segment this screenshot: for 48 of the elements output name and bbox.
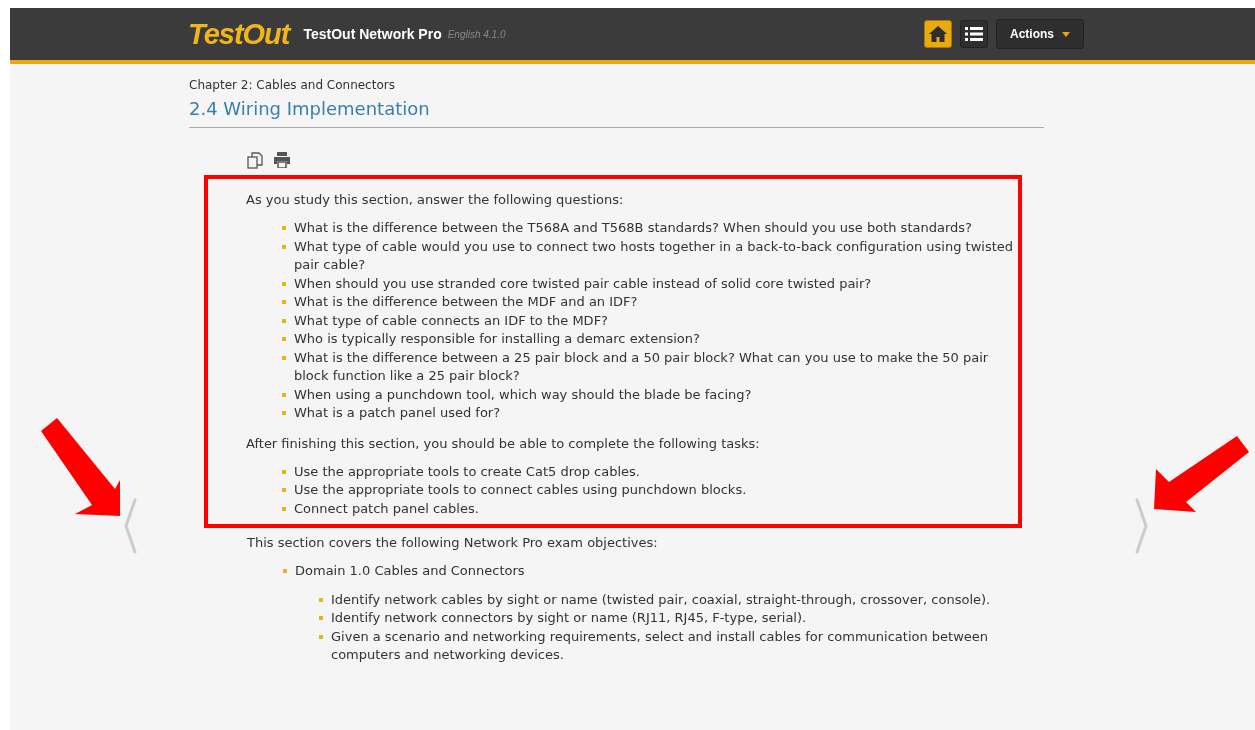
list-item: What is a patch panel used for? [294, 404, 501, 422]
list-item: Use the appropriate tools to create Cat5 drop cables. [294, 462, 640, 481]
caret-icon [1062, 31, 1070, 37]
list-item: Identify network connectors by sight or name (RJ11, RJ45, F-type, serial). [331, 609, 807, 627]
bullet-icon [282, 411, 286, 415]
bullet-icon [282, 488, 286, 492]
bullet-icon [282, 337, 286, 341]
bullet-icon [282, 281, 286, 286]
bullet-icon [282, 355, 286, 360]
actions-button[interactable]: Actions [996, 19, 1084, 49]
list-item: Identify network cables by sight or name (twisted pair, coaxial, straight-through, crossover, console). [331, 590, 991, 609]
home-button[interactable] [924, 20, 952, 48]
intro-text: As you study this section, answer the following questions: [246, 191, 625, 209]
list-item: What is the difference between the T568A and T568B standards? When should you use both standards? [294, 219, 972, 237]
intro-text: After finishing this section, you should be able to complete the following tasks: [246, 434, 761, 453]
bullet-icon [282, 226, 286, 230]
list-item: What is the difference between the MDF and an IDF? [294, 293, 638, 311]
version-label: English 4.1.0 [447, 28, 506, 40]
list-item: What type of cable would you use to connect two hosts together in a back-to-back configuration using twisted pair cable? [294, 237, 1014, 274]
list-item: Use the appropriate tools to connect cables using punchdown blocks. [294, 481, 747, 499]
bullet-icon [282, 469, 286, 474]
copy-icon[interactable] [247, 152, 263, 169]
list-item: Given a scenario and networking requirements, select and install cables for communication between computers and networking devices. [331, 627, 990, 664]
bullet-icon [319, 616, 323, 620]
section-title: 2.4 Wiring Implementation [189, 98, 1044, 128]
bullet-icon [282, 392, 286, 397]
list-item: What type of cable connects an IDF to the MDF? [294, 311, 608, 330]
list-button[interactable] [960, 20, 988, 48]
print-icon[interactable] [273, 152, 291, 168]
bullet-icon [282, 318, 286, 323]
bullet-icon [319, 634, 323, 639]
list-icon [965, 26, 983, 42]
list-item: When using a punchdown tool, which way should the blade be facing? [294, 385, 752, 404]
list-item: When should you use stranded core twisted pair cable instead of solid core twisted pair? [294, 274, 872, 293]
logo: TestOut [188, 17, 290, 51]
list-item: Domain 1.0 Cables and Connectors [295, 562, 525, 580]
bullet-icon [282, 244, 286, 249]
breadcrumb: Chapter 2: Cables and Connectors [189, 78, 396, 92]
bullet-icon [283, 569, 287, 573]
bullet-icon [282, 506, 286, 511]
list-item: What is the difference between a 25 pair block and a 50 pair block? What can you use to make the 50 pair block function like a 25 pair block? [294, 348, 990, 385]
list-item: Who is typically responsible for installing a demarc extension? [294, 330, 700, 348]
bullet-icon [319, 597, 323, 602]
home-icon [929, 26, 947, 42]
intro-text: This section covers the following Network Pro exam objectives: [247, 534, 659, 552]
bullet-icon [282, 300, 286, 304]
product-name: TestOut Network Pro [303, 26, 442, 42]
list-item: Connect patch panel cables. [294, 499, 479, 518]
